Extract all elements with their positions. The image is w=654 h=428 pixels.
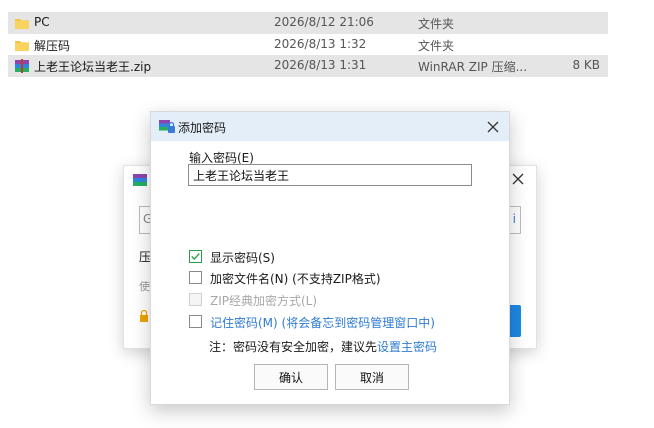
show-password-checkbox[interactable] <box>189 250 202 263</box>
file-type: 文件夹 <box>418 39 455 53</box>
confirm-button[interactable]: 确认 <box>254 364 328 390</box>
checkmark-icon <box>191 253 200 261</box>
lock-icon <box>140 310 148 322</box>
file-name: 解压码 <box>34 39 71 53</box>
remember-password-label: 记住密码(M) (将会备忘到密码管理窗口中) <box>210 316 435 330</box>
lock-archive-icon <box>159 120 175 133</box>
cancel-button[interactable]: 取消 <box>335 364 409 390</box>
show-password-label: 显示密码(S) <box>210 251 275 265</box>
remember-password-checkbox[interactable] <box>189 315 202 328</box>
file-row-jieyama[interactable]: 解压码 2026/8/13 1:32 文件夹 <box>8 34 608 56</box>
folder-icon <box>15 41 29 51</box>
background-field-icon: i <box>512 212 516 226</box>
file-type: 文件夹 <box>418 17 455 31</box>
close-icon[interactable] <box>484 118 502 136</box>
file-row-zip[interactable]: 上老王论坛当老王.zip 2026/8/13 1:31 WinRAR ZIP 压… <box>8 55 608 77</box>
winrar-archive-icon <box>133 174 147 186</box>
encrypt-filenames-label: 加密文件名(N) (不支持ZIP格式) <box>210 272 381 286</box>
file-size: 8 KB <box>572 58 600 72</box>
background-hint: 使 <box>139 280 150 293</box>
file-date: 2026/8/13 1:31 <box>274 58 367 72</box>
file-date: 2026/8/12 21:06 <box>274 15 374 29</box>
security-note-text: 注：密码没有安全加密，建议先 <box>209 340 378 354</box>
dialog-titlebar: 添加密码 <box>151 112 509 141</box>
file-name: 上老王论坛当老王.zip <box>34 60 152 74</box>
file-row-pc[interactable]: PC 2026/8/12 21:06 文件夹 <box>8 12 608 34</box>
file-name: PC <box>34 15 50 29</box>
winrar-archive-icon <box>15 59 29 73</box>
zip-legacy-encryption-label: ZIP经典加密方式(L) <box>210 294 318 308</box>
security-note: 注：密码没有安全加密，建议先设置主密码 <box>209 338 437 355</box>
zip-legacy-encryption-checkbox <box>189 293 202 306</box>
encrypt-filenames-checkbox[interactable] <box>189 271 202 284</box>
folder-icon <box>15 19 29 29</box>
add-password-dialog: 添加密码 输入密码(E) 显示密码(S) 加密文件名(N) (不支持ZIP格式)… <box>150 111 510 405</box>
file-type: WinRAR ZIP 压缩... <box>418 60 528 74</box>
set-master-password-link[interactable]: 设置主密码 <box>377 340 437 354</box>
dialog-title: 添加密码 <box>178 121 227 135</box>
password-input[interactable] <box>188 164 472 186</box>
close-icon[interactable] <box>510 171 526 187</box>
file-date: 2026/8/13 1:32 <box>274 37 367 51</box>
